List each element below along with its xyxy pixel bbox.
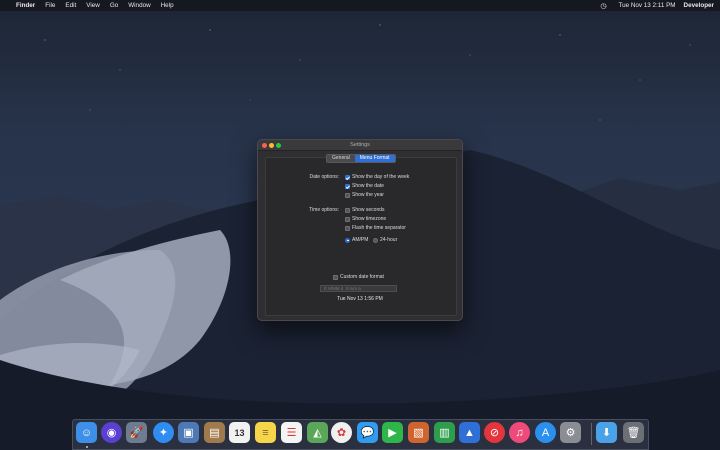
24-hour-radio[interactable] — [373, 237, 378, 243]
numbers-icon[interactable]: ▥ — [434, 422, 455, 443]
running-indicator — [86, 446, 88, 448]
show-seconds-checkbox[interactable] — [345, 207, 350, 213]
custom-format-checkbox[interactable] — [333, 274, 338, 280]
notes-icon[interactable]: ≡ — [255, 422, 276, 443]
calendar-icon[interactable]: 13 — [229, 422, 250, 443]
option-flash-separator[interactable]: Flash the time separator — [345, 225, 406, 231]
custom-format-label: Custom date format — [340, 274, 384, 280]
photo-booth-icon[interactable]: ▧ — [408, 422, 429, 443]
option-show-timezone[interactable]: Show timezone — [345, 216, 386, 222]
radio-24-hour[interactable]: 24-hour — [373, 237, 397, 243]
format-preview: Tue Nov 13 1:56 PM — [337, 296, 383, 302]
keynote-icon[interactable]: ▲ — [459, 422, 480, 443]
safari-icon[interactable]: ✦ — [153, 422, 174, 443]
radio-am-pm[interactable]: AM/PM — [345, 237, 368, 243]
clock-icon[interactable]: ◷ — [600, 2, 606, 10]
option-show-year[interactable]: Show the year — [345, 192, 384, 198]
flash-separator-checkbox[interactable] — [345, 225, 350, 231]
facetime-icon[interactable]: ▶ — [382, 422, 403, 443]
desktop[interactable]: Finder File Edit View Go Window Help ◷ T… — [0, 0, 720, 450]
menu-user[interactable]: Developer — [684, 2, 714, 9]
photo-viewer-icon[interactable]: ▣ — [178, 422, 199, 443]
tab-bar: General Menu Format — [326, 154, 396, 163]
option-day-of-week[interactable]: Show the day of the week — [345, 174, 409, 180]
option-show-seconds[interactable]: Show seconds — [345, 207, 385, 213]
siri-icon[interactable]: ◉ — [101, 422, 122, 443]
reminders-icon[interactable]: ☰ — [281, 422, 302, 443]
finder-icon[interactable]: ☺ — [76, 422, 97, 443]
contacts-icon[interactable]: ▤ — [204, 422, 225, 443]
messages-icon[interactable]: 💬 — [357, 422, 378, 443]
downloads-folder-icon[interactable]: ⬇ — [596, 422, 617, 443]
day-of-week-label: Show the day of the week — [352, 174, 410, 180]
show-seconds-label: Show seconds — [352, 207, 385, 213]
menu-view[interactable]: View — [86, 0, 100, 11]
music-icon[interactable]: ♫ — [509, 422, 530, 443]
am-pm-label: AM/PM — [352, 237, 369, 243]
show-timezone-label: Show timezone — [352, 216, 387, 222]
news-icon[interactable]: ⊘ — [484, 422, 505, 443]
show-timezone-checkbox[interactable] — [345, 216, 350, 222]
flash-separator-label: Flash the time separator — [352, 225, 406, 231]
time-options-label: Time options: — [309, 207, 339, 213]
launchpad-icon[interactable]: 🚀 — [126, 422, 147, 443]
menu-bar: Finder File Edit View Go Window Help ◷ T… — [0, 0, 720, 11]
option-custom-format[interactable]: Custom date format — [333, 274, 384, 280]
day-of-week-checkbox[interactable] — [345, 174, 350, 180]
tab-general[interactable]: General — [327, 155, 355, 162]
menu-help[interactable]: Help — [161, 0, 174, 11]
tab-menu-format[interactable]: Menu Format — [354, 155, 395, 162]
24-hour-label: 24-hour — [380, 237, 398, 243]
trash-icon[interactable]: 🗑 — [623, 422, 644, 443]
show-year-checkbox[interactable] — [345, 192, 350, 198]
show-date-label: Show the date — [352, 183, 384, 189]
menu-bar-status: ◷ Tue Nov 13 2:11 PM Developer — [592, 0, 714, 11]
show-year-label: Show the year — [352, 192, 384, 198]
app-store-icon[interactable]: A — [535, 422, 556, 443]
menu-file[interactable]: File — [45, 0, 55, 11]
dock-separator — [591, 423, 592, 445]
menu-edit[interactable]: Edit — [65, 0, 76, 11]
date-format-input[interactable] — [320, 285, 397, 292]
system-preferences-icon[interactable]: ⚙ — [560, 422, 581, 443]
menu-app-name[interactable]: Finder — [16, 0, 35, 11]
menu-window[interactable]: Window — [128, 0, 150, 11]
menu-clock[interactable]: Tue Nov 13 2:11 PM — [618, 2, 675, 9]
title-bar[interactable]: Settings — [258, 140, 462, 151]
menu-go[interactable]: Go — [110, 0, 118, 11]
maps-icon[interactable]: ◭ — [307, 422, 328, 443]
am-pm-radio[interactable] — [345, 237, 350, 243]
show-date-checkbox[interactable] — [345, 183, 350, 189]
date-options-label: Date options: — [309, 174, 339, 180]
photos-icon[interactable]: ✿ — [331, 422, 352, 443]
window-title: Settings — [350, 142, 370, 148]
option-show-date[interactable]: Show the date — [345, 183, 384, 189]
